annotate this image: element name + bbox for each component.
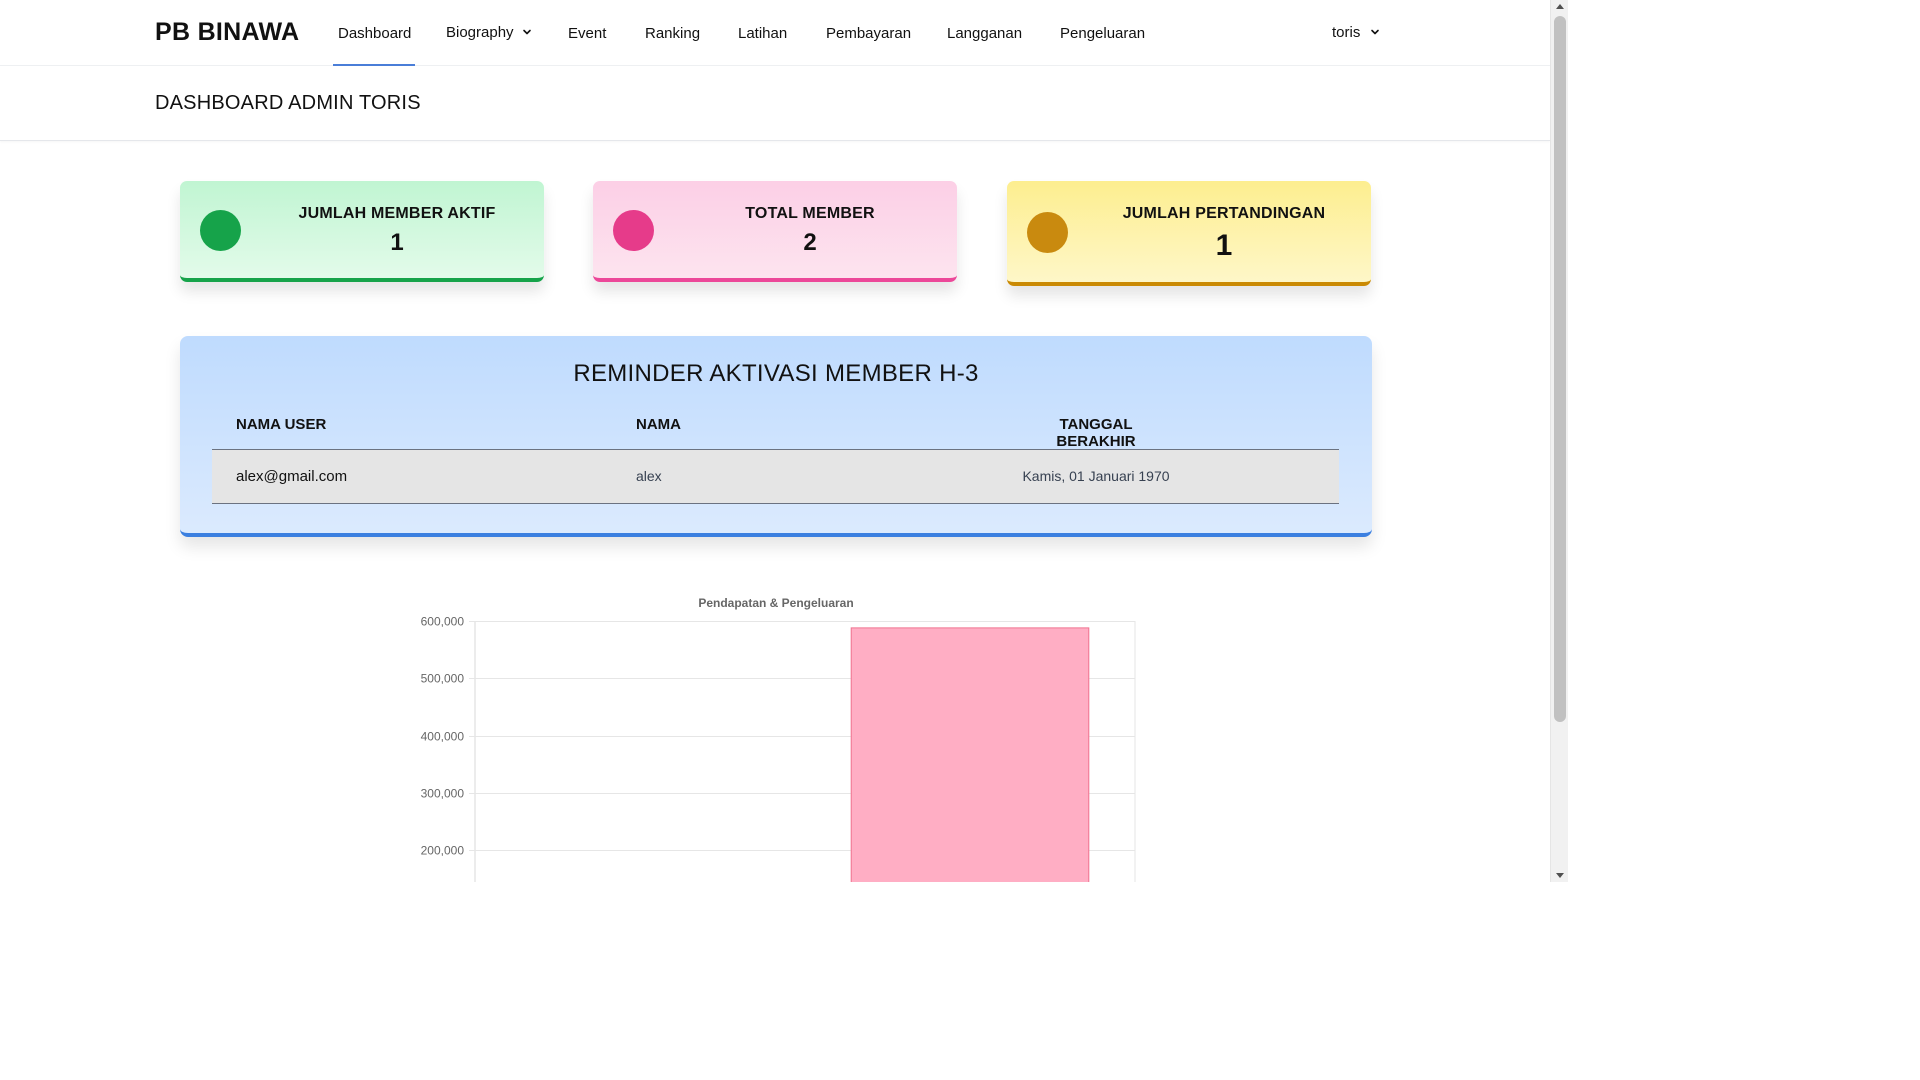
column-header-user: NAMA USER (236, 416, 327, 433)
nav-item-label: Latihan (738, 24, 788, 42)
page-scrollbar[interactable] (1550, 0, 1568, 882)
scroll-down-arrow-icon[interactable] (1556, 873, 1564, 878)
chart-y-axis: 100,000200,000300,000400,000500,000600,0… (421, 615, 465, 858)
page-header: DASHBOARD ADMIN TORIS (0, 66, 1550, 141)
nav-item-label: Pengeluaran (1060, 24, 1146, 42)
nav-item-label: Langganan (947, 24, 1023, 42)
chart-title: Pendapatan & Pengeluaran (698, 596, 853, 610)
chart-bar[interactable] (850, 627, 1090, 882)
stat-value: 1 (1215, 229, 1233, 262)
user-menu[interactable]: toris (1332, 0, 1380, 65)
scroll-up-arrow-icon[interactable] (1556, 4, 1564, 9)
status-dot-icon (1027, 212, 1068, 253)
stat-card-matches: JUMLAH PERTANDINGAN 1 (1007, 181, 1371, 286)
top-navbar: PB BINAWA Dashboard Biography Event Rank… (0, 0, 1550, 66)
cell-name: alex (636, 468, 662, 484)
nav-item-latihan[interactable]: Latihan (738, 0, 787, 66)
nav-item-label: Event (568, 24, 607, 42)
chart-y-tick-label: 400,000 (421, 730, 465, 744)
table-header: NAMA USER NAMA TANGGAL BERAKHIR (212, 404, 1339, 450)
reminder-title: REMINDER AKTIVASI MEMBER H-3 (573, 360, 979, 387)
cell-user: alex@gmail.com (236, 468, 348, 485)
nav-item-biography[interactable]: Biography (446, 0, 532, 65)
chart-bars (850, 627, 1090, 882)
nav-item-pengeluaran[interactable]: Pengeluaran (1060, 0, 1145, 66)
column-header-name: NAMA (636, 416, 681, 433)
nav-item-event[interactable]: Event (568, 0, 606, 66)
column-header-end-date: TANGGAL BERAKHIR (1056, 416, 1136, 450)
table-row: alex@gmail.com alex Kamis, 01 Januari 19… (212, 450, 1339, 504)
status-dot-icon (613, 210, 654, 251)
chevron-down-icon (1371, 29, 1380, 35)
chart-y-tick-label: 200,000 (421, 844, 465, 858)
income-expense-chart: Pendapatan & Pengeluaran 100,000200,0003… (400, 588, 1160, 882)
stat-card-total-members: TOTAL MEMBER 2 (593, 181, 957, 282)
status-dot-icon (200, 210, 241, 251)
nav-item-label: Pembayaran (826, 24, 912, 42)
brand-logo[interactable]: PB BINAWA (155, 18, 299, 47)
stat-label: JUMLAH MEMBER AKTIF (298, 205, 496, 222)
nav-item-ranking[interactable]: Ranking (645, 0, 700, 66)
nav-item-label: Ranking (645, 24, 701, 42)
nav-item-label: Dashboard (338, 24, 412, 42)
nav-item-dashboard[interactable]: Dashboard (332, 0, 416, 66)
reminder-panel: REMINDER AKTIVASI MEMBER H-3 NAMA USER N… (180, 336, 1372, 537)
reminder-table: NAMA USER NAMA TANGGAL BERAKHIR alex@gma… (212, 404, 1339, 504)
stat-value: 1 (390, 229, 404, 256)
stat-card-active-members: JUMLAH MEMBER AKTIF 1 (180, 181, 544, 282)
page-title: DASHBOARD ADMIN TORIS (155, 92, 421, 114)
bar-chart: Pendapatan & Pengeluaran 100,000200,0003… (421, 596, 1136, 882)
nav-item-label: Biography (446, 23, 514, 41)
stat-label: JUMLAH PERTANDINGAN (1122, 205, 1326, 222)
nav-item-pembayaran[interactable]: Pembayaran (826, 0, 911, 66)
cell-end-date: Kamis, 01 Januari 1970 (1022, 468, 1170, 484)
stat-value: 2 (803, 229, 817, 256)
user-name: toris (1332, 23, 1361, 41)
scrollbar-thumb[interactable] (1554, 16, 1566, 722)
nav-item-langganan[interactable]: Langganan (947, 0, 1022, 66)
chart-y-tick-label: 600,000 (421, 615, 465, 629)
chart-y-tick-label: 500,000 (421, 672, 465, 686)
chart-y-tick-label: 300,000 (421, 787, 465, 801)
chevron-down-icon (522, 29, 531, 35)
stat-label: TOTAL MEMBER (745, 205, 875, 222)
